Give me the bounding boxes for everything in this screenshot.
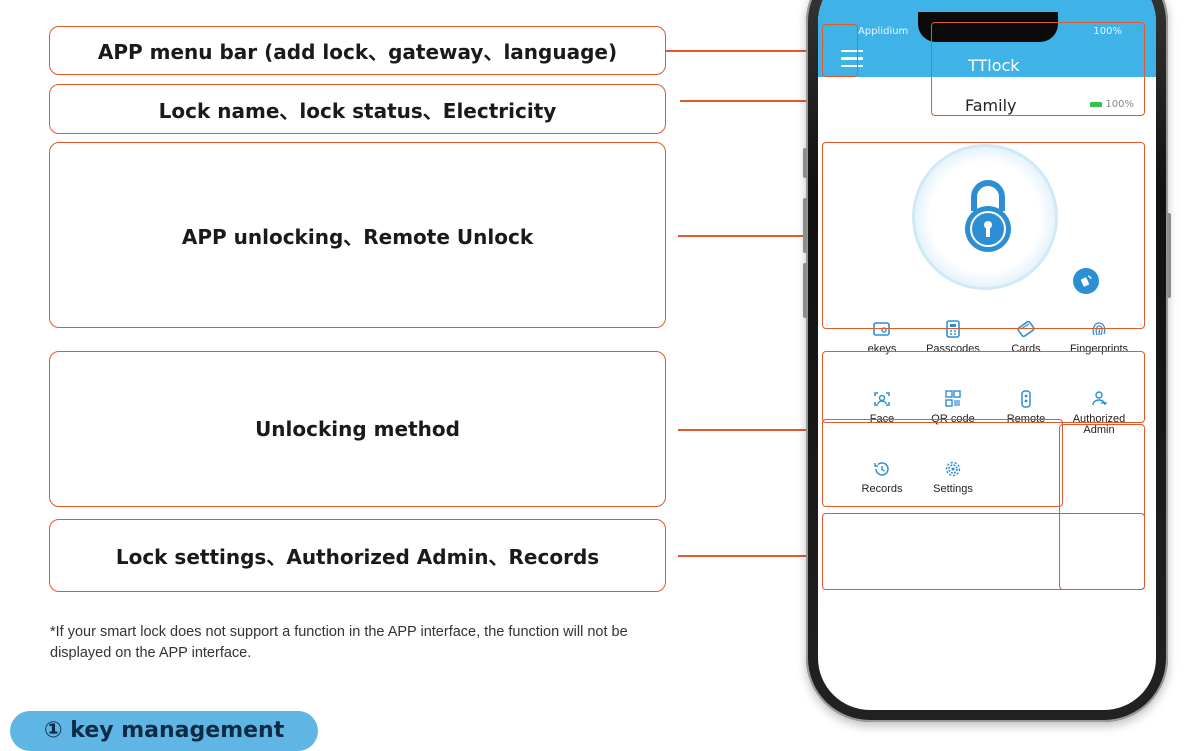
highlight-menu-icon — [822, 24, 858, 77]
connector-lock-settings — [678, 555, 822, 557]
callout-menu-bar-text: APP menu bar (add lock、gateway、language) — [97, 40, 618, 64]
callout-lock-settings: Lock settings、Authorized Admin、Records — [49, 519, 666, 592]
phone-side-button — [803, 148, 807, 178]
callout-lock-info: Lock name、lock status、Electricity — [49, 84, 666, 134]
phone-side-button — [803, 198, 807, 253]
status-carrier: Applidium — [858, 26, 909, 37]
callout-menu-bar: APP menu bar (add lock、gateway、language) — [49, 26, 666, 75]
phone-side-button — [803, 263, 807, 318]
connector-unlocking — [678, 235, 822, 237]
connector-menu-bar — [666, 50, 810, 52]
highlight-lock-info — [931, 22, 1145, 116]
callout-lock-info-text: Lock name、lock status、Electricity — [158, 98, 557, 123]
callout-unlock-method-text: Unlocking method — [255, 417, 460, 441]
highlight-unlock-area — [822, 142, 1145, 329]
highlight-unlock-methods — [822, 351, 1145, 423]
phone-side-button — [1167, 213, 1171, 298]
callout-unlock-method: Unlocking method — [49, 351, 666, 507]
highlight-authorized-admin — [1059, 424, 1145, 590]
callout-unlocking-text: APP unlocking、Remote Unlock — [181, 224, 534, 249]
callout-lock-settings-text: Lock settings、Authorized Admin、Records — [115, 545, 600, 569]
callout-unlocking: APP unlocking、Remote Unlock — [49, 142, 666, 328]
section-label-pill: ① key management — [10, 711, 318, 751]
highlight-unlock-methods-lower — [822, 419, 1063, 507]
connector-unlock-method — [678, 429, 822, 431]
footnote: *If your smart lock does not support a f… — [50, 624, 628, 661]
